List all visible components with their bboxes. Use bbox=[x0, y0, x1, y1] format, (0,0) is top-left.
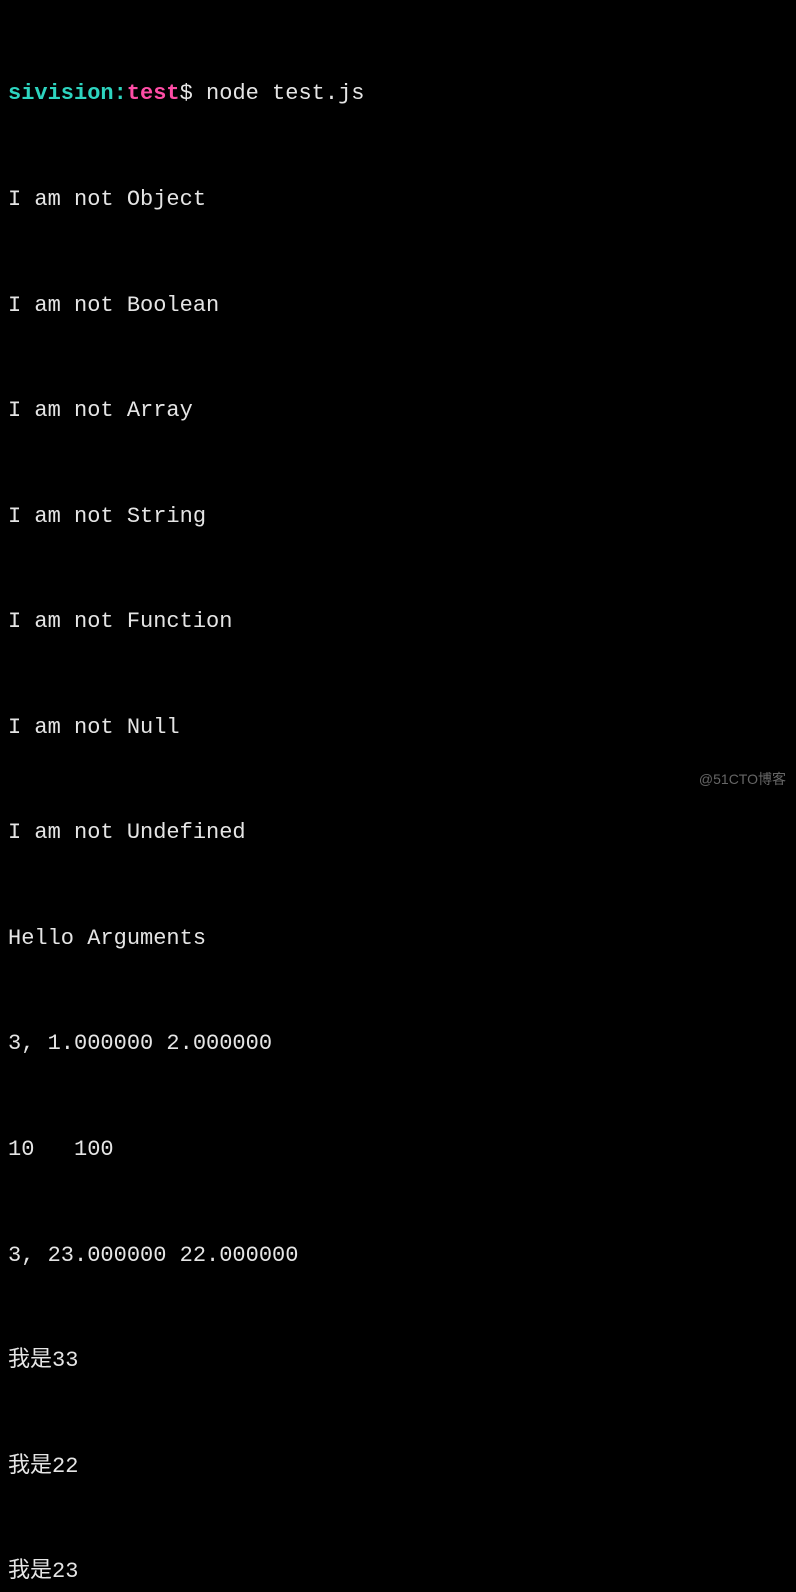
output-line: 我是23 bbox=[8, 1554, 788, 1589]
prompt-line: sivision:test$ node test.js bbox=[8, 76, 788, 111]
watermark-text: @51CTO博客 bbox=[699, 768, 786, 790]
command-text: node test.js bbox=[206, 81, 364, 106]
output-line: 3, 23.000000 22.000000 bbox=[8, 1238, 788, 1273]
prompt-symbol: $ bbox=[180, 81, 206, 106]
output-line: I am not Null bbox=[8, 710, 788, 745]
output-line: 10 100 bbox=[8, 1132, 788, 1167]
terminal-window[interactable]: sivision:test$ node test.js I am not Obj… bbox=[8, 6, 788, 1592]
output-line: 我是33 bbox=[8, 1343, 788, 1378]
output-line: I am not Array bbox=[8, 393, 788, 428]
output-line: I am not Boolean bbox=[8, 288, 788, 323]
output-line: I am not Object bbox=[8, 182, 788, 217]
output-line: I am not Undefined bbox=[8, 815, 788, 850]
prompt-host: test bbox=[127, 81, 180, 106]
output-line: I am not Function bbox=[8, 604, 788, 639]
output-line: I am not String bbox=[8, 499, 788, 534]
prompt-user: sivision bbox=[8, 81, 114, 106]
output-line: 3, 1.000000 2.000000 bbox=[8, 1026, 788, 1061]
prompt-separator: : bbox=[114, 81, 127, 106]
output-line: 我是22 bbox=[8, 1449, 788, 1484]
output-line: Hello Arguments bbox=[8, 921, 788, 956]
